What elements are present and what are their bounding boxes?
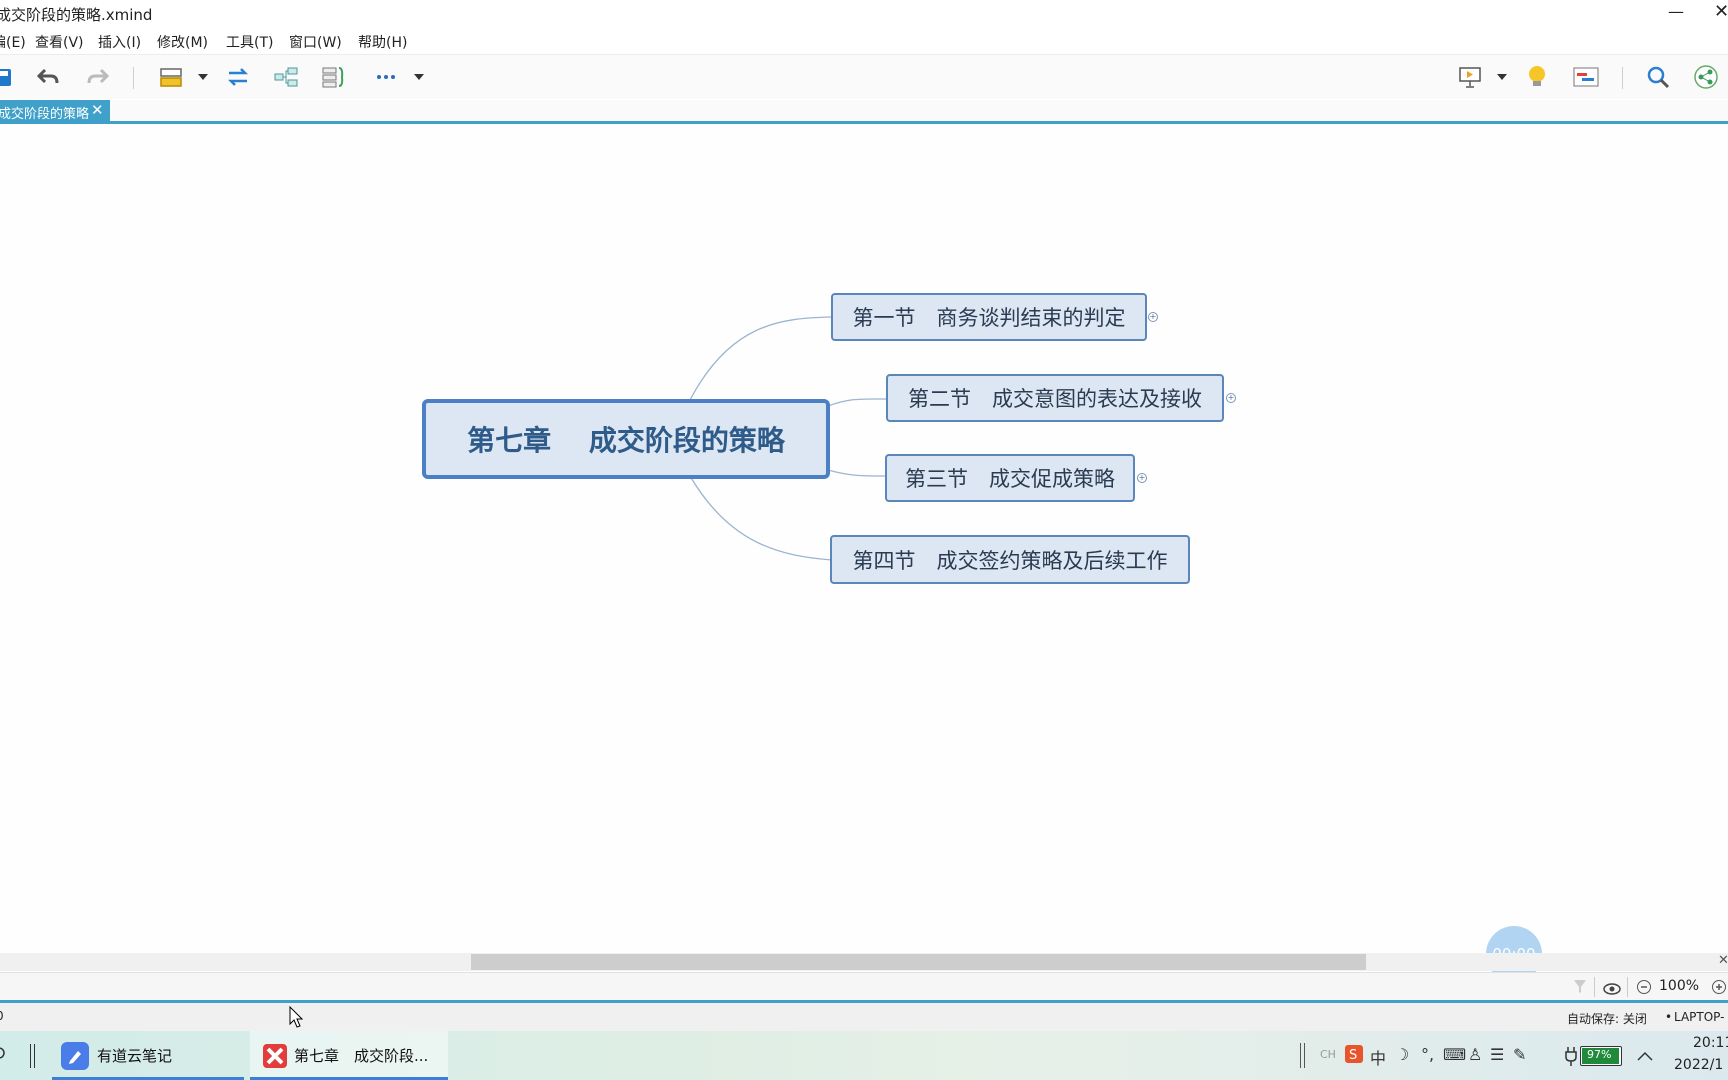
relationship-icon[interactable] <box>225 63 251 91</box>
save-icon[interactable] <box>0 63 14 91</box>
eye-icon[interactable] <box>1603 980 1621 999</box>
topic-icon[interactable] <box>158 63 184 91</box>
menu-help[interactable]: 帮助(H) <box>358 32 407 52</box>
horizontal-scrollbar[interactable]: ✕ <box>0 953 1728 971</box>
tab-label: 成交阶段的策略 <box>0 107 90 122</box>
toolbar <box>0 55 1728 99</box>
redo-icon[interactable] <box>86 63 110 91</box>
search-icon[interactable] <box>1645 63 1671 91</box>
chevron-down-icon[interactable] <box>196 63 210 91</box>
branch-topic-label: 第二节 成交意图的表达及接收 <box>908 387 1202 411</box>
battery-percent: 97% <box>1587 1048 1612 1061</box>
chevron-down-icon[interactable] <box>412 63 426 91</box>
zoom-in-icon[interactable] <box>1711 979 1727 999</box>
search-icon[interactable] <box>0 1047 8 1067</box>
autosave-status[interactable]: 自动保存: 关闭 <box>1567 1010 1647 1027</box>
punctuation-icon[interactable]: °, <box>1421 1045 1434 1064</box>
expand-icon[interactable]: + <box>1226 393 1236 403</box>
svg-text:S: S <box>1349 1048 1357 1063</box>
branch-topic-2[interactable]: 第二节 成交意图的表达及接收 <box>886 374 1224 422</box>
zoom-level: 100% <box>1659 978 1700 994</box>
close-icon[interactable]: ✕ <box>1718 953 1728 968</box>
taskbar-app-youdao[interactable]: 有道云笔记 <box>52 1031 244 1080</box>
show-hidden-icons[interactable] <box>1636 1047 1654 1066</box>
central-topic-label: 第七章 成交阶段的策略 <box>467 424 785 457</box>
taskbar-app-label: 有道云笔记 <box>97 1047 173 1065</box>
expand-icon[interactable]: + <box>1148 312 1158 322</box>
branch-topic-1[interactable]: 第一节 商务谈判结束的判定 <box>831 293 1147 341</box>
tab-document[interactable]: 成交阶段的策略 ✕ <box>0 100 110 122</box>
clock-time[interactable]: 20:11 <box>1693 1035 1728 1051</box>
menu-view[interactable]: 查看(V) <box>35 32 84 52</box>
menu-edit[interactable]: 编(E) <box>0 32 26 52</box>
presentation-icon[interactable] <box>1457 63 1483 91</box>
keyboard-icon[interactable]: ⌨ <box>1443 1045 1466 1064</box>
status-separator <box>1627 977 1628 997</box>
ime-mode[interactable]: 中 <box>1370 1045 1386 1069</box>
battery-indicator[interactable]: 97% <box>1580 1046 1622 1066</box>
taskbar-app-label: 第七章 成交阶段... <box>294 1047 429 1065</box>
user-icon[interactable]: ♙ <box>1468 1045 1482 1064</box>
info-bar: 0 自动保存: 关闭 • LAPTOP- <box>0 1003 1728 1031</box>
branch-topic-label: 第三节 成交促成策略 <box>905 467 1115 491</box>
scrollbar-thumb[interactable] <box>471 954 1366 970</box>
close-icon[interactable]: ✕ <box>91 101 104 119</box>
status-separator <box>1594 977 1595 997</box>
tray-divider <box>1300 1043 1305 1068</box>
mindmap-canvas[interactable]: 第七章 成交阶段的策略 第一节 商务谈判结束的判定 + 第二节 成交意图的表达及… <box>0 124 1728 954</box>
minimize-button[interactable]: — <box>1668 2 1684 21</box>
taskbar: 有道云笔记 第七章 成交阶段... CH S 中 ☽ °, ⌨ ♙ ☰ ✎ 97… <box>0 1031 1728 1080</box>
menu-bar: 编(E) 查看(V) 插入(I) 修改(M) 工具(T) 窗口(W) 帮助(H) <box>0 28 1728 55</box>
branch-topic-3[interactable]: 第三节 成交促成策略 <box>885 454 1135 502</box>
undo-icon[interactable] <box>36 63 60 91</box>
bullet-icon: • <box>1665 1010 1673 1024</box>
taskbar-app-xmind[interactable]: 第七章 成交阶段... <box>250 1031 448 1080</box>
clock-date[interactable]: 2022/1 <box>1674 1057 1723 1073</box>
cursor-icon <box>289 1006 303 1028</box>
chevron-down-icon[interactable] <box>1495 63 1509 91</box>
menu-tools[interactable]: 工具(T) <box>226 32 273 52</box>
menu-icon[interactable]: ☰ <box>1490 1045 1504 1064</box>
central-topic[interactable]: 第七章 成交阶段的策略 <box>422 399 830 479</box>
expand-icon[interactable]: + <box>1137 473 1147 483</box>
menu-modify[interactable]: 修改(M) <box>157 32 208 52</box>
share-icon[interactable] <box>1692 63 1720 91</box>
power-plug-icon[interactable] <box>1564 1045 1578 1071</box>
input-language[interactable]: CH <box>1320 1048 1336 1061</box>
close-window-button[interactable]: ✕ <box>1714 1 1728 22</box>
moon-icon[interactable]: ☽ <box>1395 1045 1409 1064</box>
task-view-icon[interactable] <box>30 1044 35 1068</box>
xmind-icon <box>262 1043 288 1069</box>
menu-window[interactable]: 窗口(W) <box>289 32 342 52</box>
notebook-icon <box>61 1041 89 1070</box>
more-icon[interactable] <box>375 63 397 91</box>
branch-topic-label: 第一节 商务谈判结束的判定 <box>852 306 1126 330</box>
idea-icon[interactable] <box>1524 63 1550 91</box>
window-title: 成交阶段的策略.xmind <box>0 6 153 24</box>
gantt-icon[interactable] <box>1572 63 1600 91</box>
tool-icon[interactable]: ✎ <box>1513 1045 1526 1064</box>
title-bar: 成交阶段的策略.xmind — ✕ <box>0 0 1728 27</box>
branch-topic-label: 第四节 成交签约策略及后续工作 <box>852 548 1168 573</box>
toolbar-separator <box>1622 67 1623 89</box>
left-status: 0 <box>0 1009 4 1023</box>
status-bar: 100% <box>0 972 1728 1001</box>
filter-icon[interactable] <box>1573 979 1587 999</box>
sogou-icon[interactable]: S <box>1344 1044 1364 1068</box>
menu-insert[interactable]: 插入(I) <box>98 32 141 52</box>
structure-icon[interactable] <box>273 63 299 91</box>
computer-name: LAPTOP- <box>1674 1010 1725 1024</box>
toolbar-separator <box>133 67 134 89</box>
branch-topic-4[interactable]: 第四节 成交签约策略及后续工作 <box>830 535 1190 584</box>
summary-icon[interactable] <box>321 63 347 91</box>
zoom-out-icon[interactable] <box>1636 979 1652 999</box>
editor-tab-strip: 成交阶段的策略 ✕ <box>0 100 1728 124</box>
